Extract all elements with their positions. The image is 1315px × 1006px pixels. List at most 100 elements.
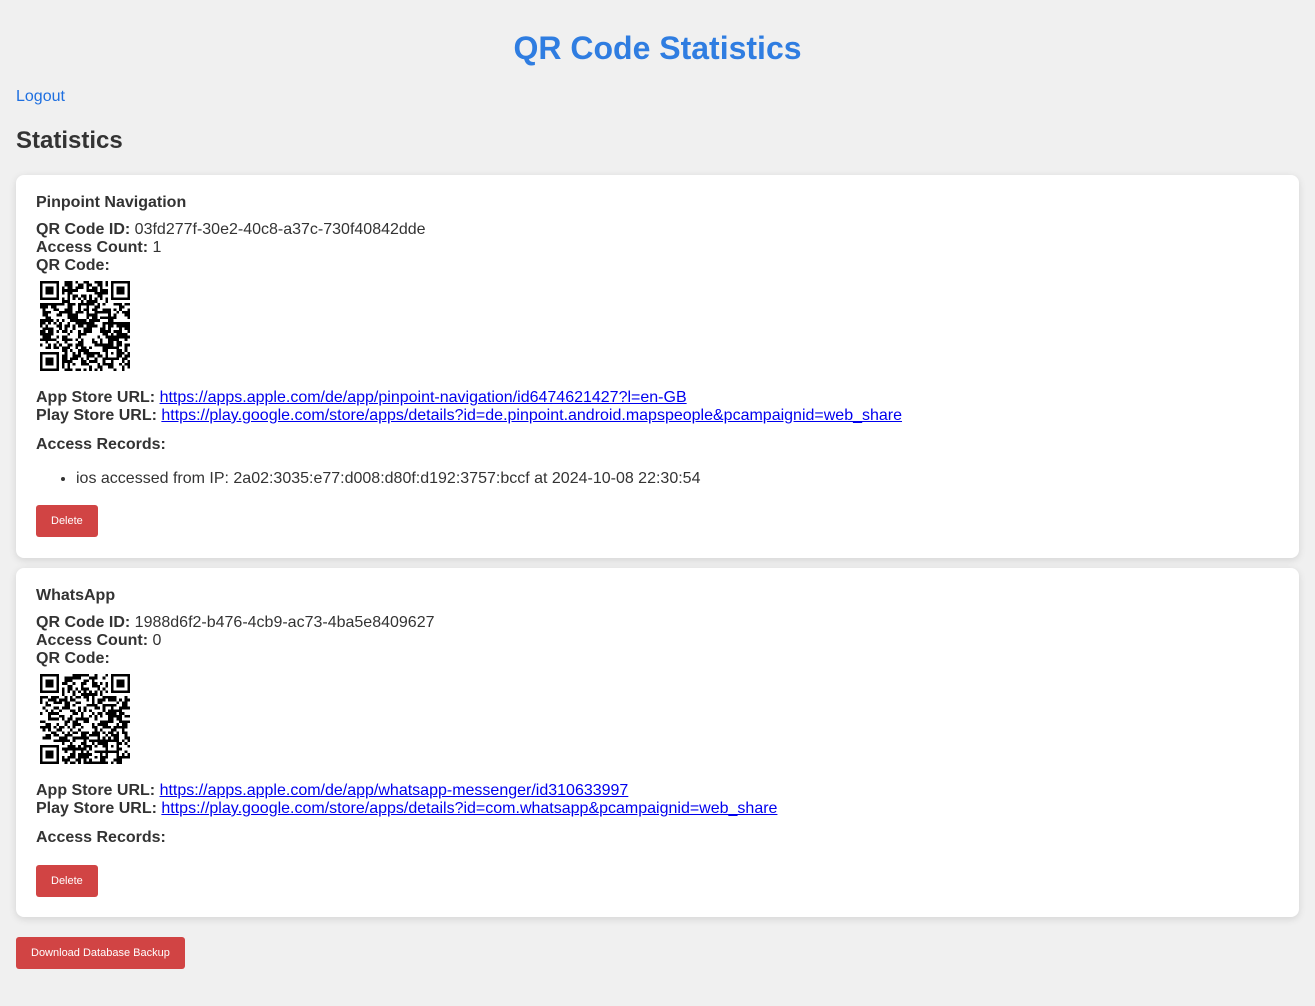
qr-module [113, 313, 117, 317]
qr-module [67, 739, 70, 743]
qr-module [75, 747, 79, 751]
qr-module [64, 750, 68, 754]
qr-module [89, 297, 92, 301]
qr-module [105, 690, 109, 694]
qr-module [86, 750, 90, 754]
qr-module [80, 714, 84, 718]
play-store-url-link[interactable]: https://play.google.com/store/apps/detai… [161, 800, 777, 817]
qr-module [83, 368, 87, 371]
qr-code-label: QR Code: [36, 650, 110, 667]
qr-module [83, 706, 87, 710]
qr-module [124, 714, 128, 718]
qr-module [83, 360, 87, 363]
qr-module [110, 360, 114, 363]
qr-module [67, 704, 70, 707]
qr-module [40, 305, 43, 309]
qr-module [127, 698, 130, 702]
qr-module [78, 286, 81, 290]
qr-module [100, 283, 103, 287]
qr-module [91, 734, 95, 737]
qr-module [80, 311, 84, 314]
qr-module [83, 308, 87, 311]
qr-module [86, 324, 90, 328]
qr-module [94, 725, 98, 729]
qr-module [116, 734, 120, 737]
qr-module [80, 684, 84, 688]
qr-module [94, 761, 98, 764]
qr-module [108, 698, 111, 702]
qr-module [78, 311, 81, 314]
download-backup-button[interactable]: Download Database Backup [16, 937, 185, 969]
qr-module [83, 349, 87, 352]
qr-stat-card: WhatsApp QR Code ID: 1988d6f2-b476-4cb9-… [16, 568, 1299, 917]
qr-module [59, 321, 62, 325]
qr-module [45, 313, 49, 317]
qr-module [64, 283, 68, 287]
qr-module [78, 736, 81, 740]
qr-module [70, 753, 73, 756]
qr-module [91, 286, 95, 290]
qr-module [42, 321, 46, 325]
qr-module [89, 739, 92, 743]
qr-module [48, 327, 51, 331]
qr-module [113, 704, 117, 707]
qr-module [64, 723, 68, 726]
qr-module [102, 308, 106, 311]
qr-module [91, 698, 95, 702]
qr-module [100, 354, 103, 358]
qr-module [70, 698, 73, 702]
qr-module [105, 712, 109, 715]
qr-module [78, 755, 81, 759]
qr-module [50, 709, 54, 713]
qr-module [124, 701, 128, 704]
qr-module [56, 335, 60, 339]
qr-module [100, 698, 103, 702]
qr-module [121, 753, 125, 756]
qr-module [72, 739, 76, 743]
qr-module [72, 750, 76, 754]
qr-module [56, 695, 60, 699]
qr-module [45, 734, 49, 737]
qr-module [110, 324, 114, 328]
delete-button[interactable]: Delete [36, 505, 98, 537]
app-store-url-link[interactable]: https://apps.apple.com/de/app/whatsapp-m… [160, 782, 629, 799]
qr-module [119, 720, 122, 724]
app-store-url-link[interactable]: https://apps.apple.com/de/app/pinpoint-n… [160, 389, 687, 406]
qr-module [89, 321, 92, 325]
play-store-url-link[interactable]: https://play.google.com/store/apps/detai… [161, 407, 902, 424]
qr-module [105, 753, 109, 756]
qr-module [110, 332, 114, 336]
qr-module [91, 302, 95, 306]
qr-module [94, 289, 98, 292]
qr-module [45, 701, 49, 704]
qr-module [100, 291, 103, 295]
qr-module [83, 693, 87, 696]
qr-module [67, 343, 70, 347]
qr-module [75, 717, 79, 721]
logout-link[interactable]: Logout [16, 87, 65, 107]
qr-module [83, 346, 87, 350]
qr-module [61, 682, 65, 685]
qr-module [100, 761, 103, 764]
qr-module [124, 343, 128, 347]
qr-module [116, 723, 120, 726]
qr-module [105, 704, 109, 707]
qr-module [91, 761, 95, 764]
qr-module [89, 300, 92, 303]
qr-module [83, 744, 87, 748]
qr-module [56, 346, 60, 350]
qr-module [64, 338, 68, 341]
qr-module [80, 283, 84, 287]
qr-module [86, 687, 90, 691]
qr-module [100, 281, 103, 284]
qr-module [102, 758, 106, 762]
qr-module [102, 302, 106, 306]
qr-module [40, 338, 43, 341]
qr-module [64, 758, 68, 762]
qr-module [113, 308, 117, 311]
delete-button[interactable]: Delete [36, 865, 98, 897]
qr-module [105, 723, 109, 726]
qr-module [80, 725, 84, 729]
qr-module [97, 319, 100, 322]
qr-module [59, 698, 62, 702]
